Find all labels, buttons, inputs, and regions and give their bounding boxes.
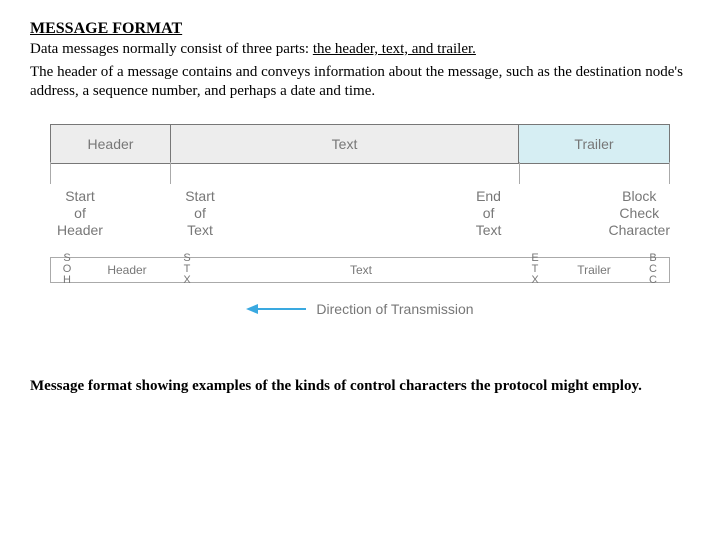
segment-text: Text xyxy=(171,125,519,163)
segment-trailer: Trailer xyxy=(519,125,669,163)
section-title: MESSAGE FORMAT xyxy=(30,20,690,38)
label-end-of-text: End of Text xyxy=(459,188,519,238)
cell-bcc: B C C xyxy=(637,258,669,282)
direction-label: Direction of Transmission xyxy=(316,301,473,317)
cell-etx: E T X xyxy=(519,258,551,282)
paragraph-1: Data messages normally consist of three … xyxy=(30,40,690,59)
tick xyxy=(519,162,520,184)
message-format-diagram: Header Text Trailer Start of Header Star… xyxy=(50,124,670,316)
cell-trailer: Trailer xyxy=(551,258,637,282)
segment-labels-row: Start of Header Start of Text End of Tex… xyxy=(50,188,670,238)
cell-stx: S T X xyxy=(171,258,203,282)
direction-row: Direction of Transmission xyxy=(50,301,670,317)
cell-header: Header xyxy=(83,258,171,282)
tick xyxy=(170,162,171,184)
label-block-check-character: Block Check Character xyxy=(609,188,670,238)
label-start-of-header: Start of Header xyxy=(50,188,110,238)
cell-text: Text xyxy=(203,258,519,282)
tick xyxy=(669,162,670,184)
figure-caption: Message format showing examples of the k… xyxy=(30,377,690,396)
tick xyxy=(50,162,51,184)
segment-bar: Header Text Trailer xyxy=(50,124,670,164)
cell-soh: S O H xyxy=(51,258,83,282)
para1-underlined: the header, text, and trailer. xyxy=(313,41,476,57)
arrow-left-icon xyxy=(246,302,306,316)
whisker-ticks xyxy=(50,164,670,186)
segment-header: Header xyxy=(51,125,171,163)
label-start-of-text: Start of Text xyxy=(170,188,230,238)
breakdown-bar: S O H Header S T X Text E T X Trailer B … xyxy=(50,257,670,283)
paragraph-2: The header of a message contains and con… xyxy=(30,63,690,101)
para1-prefix: Data messages normally consist of three … xyxy=(30,41,313,57)
